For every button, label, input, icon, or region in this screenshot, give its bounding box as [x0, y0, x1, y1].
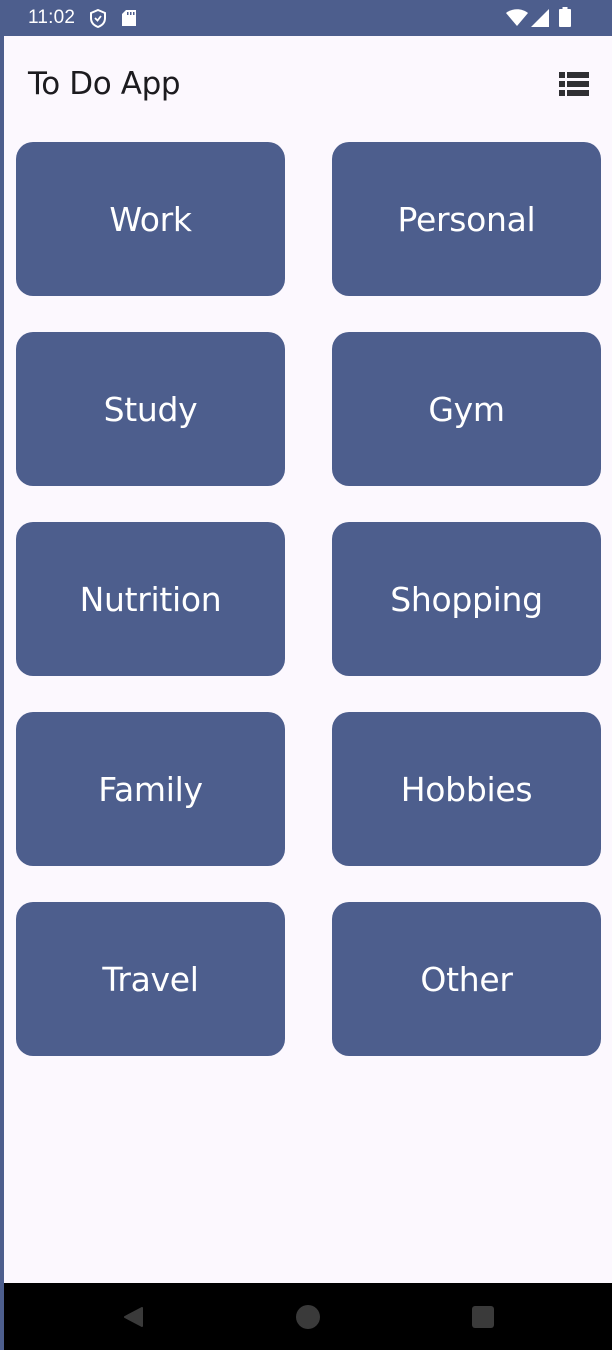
category-grid: Work Personal Study Gym Nutrition Shoppi… — [16, 142, 601, 1056]
category-label: Gym — [428, 389, 505, 429]
status-bar: 11:02 — [4, 0, 612, 36]
list-view-icon — [559, 72, 589, 96]
sd-card-icon — [122, 10, 136, 26]
category-button-hobbies[interactable]: Hobbies — [332, 712, 601, 866]
category-button-travel[interactable]: Travel — [16, 902, 285, 1056]
home-button[interactable] — [284, 1293, 332, 1341]
navigation-bar — [4, 1283, 612, 1350]
category-button-family[interactable]: Family — [16, 712, 285, 866]
back-icon — [124, 1307, 143, 1327]
category-button-shopping[interactable]: Shopping — [332, 522, 601, 676]
category-button-study[interactable]: Study — [16, 332, 285, 486]
home-icon — [296, 1305, 320, 1329]
wifi-icon — [506, 9, 528, 26]
category-button-nutrition[interactable]: Nutrition — [16, 522, 285, 676]
category-label: Personal — [397, 199, 536, 239]
category-label: Other — [420, 959, 513, 999]
recents-icon — [472, 1306, 494, 1328]
category-label: Work — [109, 199, 192, 239]
recents-button[interactable] — [459, 1293, 507, 1341]
category-label: Travel — [102, 959, 199, 999]
category-label: Shopping — [390, 579, 543, 619]
category-button-gym[interactable]: Gym — [332, 332, 601, 486]
category-button-other[interactable]: Other — [332, 902, 601, 1056]
cellular-signal-icon — [531, 9, 549, 27]
category-label: Family — [98, 769, 203, 809]
app-screen: 11:02 To Do App Work Personal Study Gym … — [4, 0, 612, 1350]
back-button[interactable] — [109, 1293, 157, 1341]
shield-icon — [90, 9, 106, 28]
category-label: Hobbies — [400, 769, 533, 809]
category-label: Study — [103, 389, 198, 429]
list-view-button[interactable] — [552, 62, 596, 106]
status-time: 11:02 — [28, 7, 76, 28]
category-button-personal[interactable]: Personal — [332, 142, 601, 296]
category-label: Nutrition — [79, 579, 222, 619]
battery-icon — [559, 7, 571, 27]
category-button-work[interactable]: Work — [16, 142, 285, 296]
app-title: To Do App — [28, 66, 181, 102]
